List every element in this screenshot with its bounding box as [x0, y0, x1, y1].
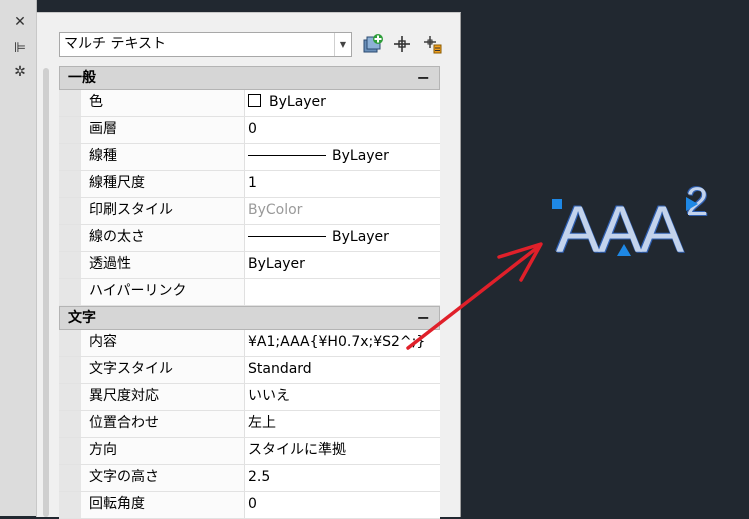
properties-palette: マルチ テキスト ▼ 一般 − 色 ByLayer 画層 0 線種 ByLaye…	[36, 12, 461, 519]
property-row-contents[interactable]: 内容 ¥A1;AAA{¥H0.7x;¥S2^;}	[59, 330, 440, 357]
properties-icon[interactable]: ✲	[12, 64, 28, 80]
grip-square-icon[interactable]	[552, 199, 562, 209]
section-text-header[interactable]: 文字 −	[59, 306, 440, 330]
property-name: 線種尺度	[81, 171, 245, 197]
property-value[interactable]	[245, 279, 440, 305]
property-value[interactable]: ByLayer	[245, 90, 440, 116]
property-row-linetype[interactable]: 線種 ByLayer	[59, 144, 440, 171]
property-name: 位置合わせ	[81, 411, 245, 437]
color-value: ByLayer	[269, 94, 326, 110]
color-swatch-icon	[248, 94, 261, 107]
property-name: 透過性	[81, 252, 245, 278]
property-value[interactable]: いいえ	[245, 384, 440, 410]
property-row-text-height[interactable]: 文字の高さ 2.5	[59, 465, 440, 492]
object-type-value: マルチ テキスト	[64, 36, 167, 52]
property-value[interactable]: ByLayer	[245, 225, 440, 251]
close-icon[interactable]: ✕	[12, 14, 28, 30]
property-value[interactable]: Standard	[245, 357, 440, 383]
property-value[interactable]: ByLayer	[245, 144, 440, 170]
property-value[interactable]: ¥A1;AAA{¥H0.7x;¥S2^;}	[245, 330, 440, 356]
property-name: ハイパーリンク	[81, 279, 245, 305]
chevron-down-icon[interactable]: ▼	[334, 33, 351, 56]
autohide-icon[interactable]: ⊫	[12, 40, 28, 56]
property-row-linetype-scale[interactable]: 線種尺度 1	[59, 171, 440, 198]
collapse-icon[interactable]: −	[417, 67, 430, 89]
linetype-sample-icon	[248, 155, 326, 156]
section-general-header[interactable]: 一般 −	[59, 66, 440, 90]
toggle-pickadd-icon[interactable]	[421, 33, 443, 55]
property-row-hyperlink[interactable]: ハイパーリンク	[59, 279, 440, 306]
palette-title-strip: ✕ ⊫ ✲	[0, 0, 37, 516]
property-value[interactable]: 0	[245, 492, 440, 518]
property-name: 方向	[81, 438, 245, 464]
property-row-color[interactable]: 色 ByLayer	[59, 90, 440, 117]
property-value[interactable]: 2.5	[245, 465, 440, 491]
object-type-select[interactable]: マルチ テキスト ▼	[59, 32, 352, 57]
property-name: 回転角度	[81, 492, 245, 518]
section-title: 一般	[68, 70, 96, 86]
linetype-value: ByLayer	[332, 148, 389, 164]
property-row-justify[interactable]: 位置合わせ 左上	[59, 411, 440, 438]
property-value[interactable]: スタイルに準拠	[245, 438, 440, 464]
property-name: 線種	[81, 144, 245, 170]
property-name: 線の太さ	[81, 225, 245, 251]
property-value[interactable]: 0	[245, 117, 440, 143]
grip-arrow-right-icon[interactable]	[686, 197, 698, 211]
select-objects-icon[interactable]	[391, 33, 413, 55]
collapse-icon[interactable]: −	[417, 307, 430, 329]
property-row-layer[interactable]: 画層 0	[59, 117, 440, 144]
lineweight-sample-icon	[248, 236, 326, 237]
property-value[interactable]: 1	[245, 171, 440, 197]
section-title: 文字	[68, 310, 96, 326]
property-name: 内容	[81, 330, 245, 356]
property-value[interactable]: ByLayer	[245, 252, 440, 278]
property-name: 画層	[81, 117, 245, 143]
property-grid: 一般 − 色 ByLayer 画層 0 線種 ByLayer 線種尺度 1 印刷…	[59, 66, 440, 519]
property-row-annotative[interactable]: 異尺度対応 いいえ	[59, 384, 440, 411]
property-row-plot-style[interactable]: 印刷スタイル ByColor	[59, 198, 440, 225]
property-row-lineweight[interactable]: 線の太さ ByLayer	[59, 225, 440, 252]
vertical-scrollbar[interactable]	[43, 68, 49, 517]
property-value[interactable]: 左上	[245, 411, 440, 437]
quick-select-icon[interactable]	[362, 33, 384, 55]
property-name: 色	[81, 90, 245, 116]
property-row-direction[interactable]: 方向 スタイルに準拠	[59, 438, 440, 465]
property-name: 文字スタイル	[81, 357, 245, 383]
property-name: 文字の高さ	[81, 465, 245, 491]
property-row-transparency[interactable]: 透過性 ByLayer	[59, 252, 440, 279]
property-row-rotation[interactable]: 回転角度 0	[59, 492, 440, 519]
grip-arrow-up-icon[interactable]	[617, 244, 631, 256]
property-name: 印刷スタイル	[81, 198, 245, 224]
lineweight-value: ByLayer	[332, 229, 389, 245]
property-name: 異尺度対応	[81, 384, 245, 410]
property-value: ByColor	[245, 198, 440, 224]
property-row-text-style[interactable]: 文字スタイル Standard	[59, 357, 440, 384]
